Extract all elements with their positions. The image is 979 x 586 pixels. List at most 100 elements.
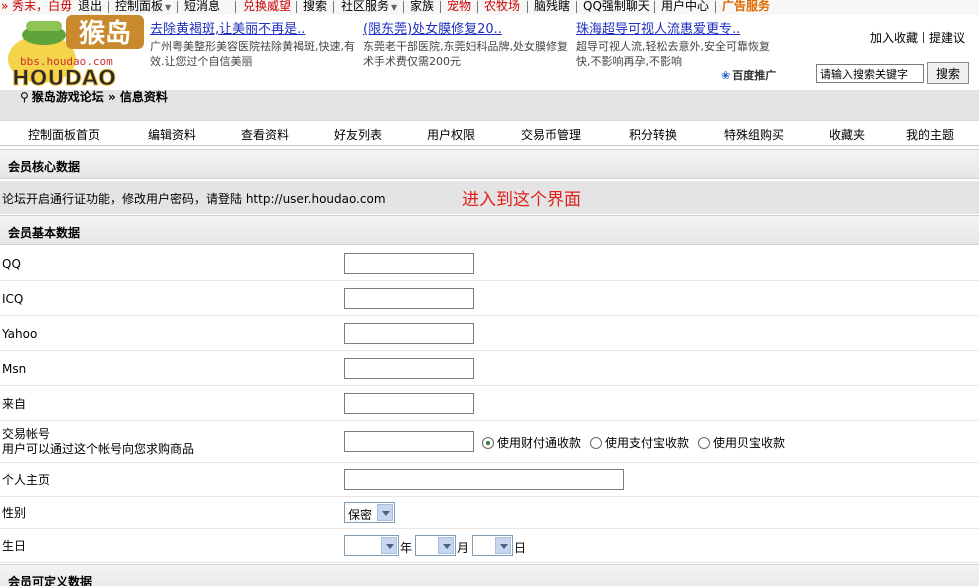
link-divider [923,32,925,43]
chevron-down-icon[interactable] [377,504,393,521]
chevron-down-icon[interactable] [495,537,511,554]
notice-text: 论坛开启通行证功能，修改用户密码，请登陆 http://user.houdao.… [2,192,386,206]
breadcrumb-bar: ⚲ 猴岛游戏论坛 » 信息资料 [0,90,979,120]
section-header-custom: 会员可定义数据 [0,564,979,586]
search-icon: ⚲ [20,90,29,104]
ad-block-1: 去除黄褐斑,让美丽不再是.. 广州粤美整形美容医院祛除黄褐斑,快速,有效.让您过… [150,21,355,69]
annotation-text: 进入到这个界面 [462,190,581,210]
day-label: 日 [514,541,527,555]
form-row-qq: QQ [0,246,979,281]
nav-divider [440,1,441,13]
section-header-basic: 会员基本数据 [0,215,979,245]
nav-divider [108,1,109,13]
gender-select[interactable]: 保密 [344,502,395,523]
site-logo[interactable]: 猴岛 bbs.houdao.com HOUDAO [4,15,148,91]
field-hint: 用户可以通过这个帐号向您求购商品 [2,442,195,456]
top-nav-bar: » 秀末，白毋 退出 控制面板 ▼ 短消息 兑换威望 搜索 社区服务 ▼ 家族 宠物… [0,0,979,15]
menu-special-group[interactable]: 特殊组购买 [724,126,784,143]
menu-my-topics[interactable]: 我的主题 [906,126,954,143]
field-label: ICQ [2,292,24,306]
section-header-core: 会员核心数据 [0,149,979,179]
yahoo-field[interactable] [344,323,474,344]
nav-divider [654,1,655,13]
radio-checked-icon [482,437,494,449]
menu-currency[interactable]: 交易币管理 [521,126,581,143]
ad-title-link[interactable]: (限东莞)处女膜修复20.. [363,21,568,38]
chevron-down-icon[interactable] [381,537,397,554]
nav-messages[interactable]: 短消息 [184,0,220,13]
nav-farm[interactable]: 农牧场 [484,0,520,13]
field-label: 性别 [2,506,27,520]
form-row-homepage: 个人主页 [0,463,979,497]
logo-cn-text: 猴岛 [79,18,131,49]
icq-field[interactable] [344,288,474,309]
chevron-down-icon: ▼ [165,3,172,12]
ad-description: 东莞老干部医院,东莞妇科品牌,处女膜修复术手术费仅需200元 [363,40,568,68]
nav-family[interactable]: 家族 [410,0,434,13]
birth-month-select[interactable] [415,535,456,556]
nav-divider [235,1,236,13]
field-label: 交易帐号 [2,427,51,441]
nav-qq-chat[interactable]: QQ强制聊天 [583,0,650,13]
nav-brain[interactable]: 脑残瞎 [534,0,570,13]
ad-block-2: (限东莞)处女膜修复20.. 东莞老干部医院,东莞妇科品牌,处女膜修复术手术费仅… [363,21,568,69]
homepage-field[interactable] [344,469,624,490]
nav-divider [177,1,178,13]
qq-field[interactable] [344,253,474,274]
radio-paypal[interactable]: 使用贝宝收款 [698,434,785,451]
trade-account-field[interactable] [344,431,474,452]
field-label: QQ [2,257,21,271]
menu-view-profile[interactable]: 查看资料 [241,126,289,143]
radio-unchecked-icon [698,437,710,449]
paw-icon: ❀ [721,69,731,82]
ad-description: 广州粤美整形美容医院祛除黄褐斑,快速,有效.让您过个自信美丽 [150,40,355,68]
menu-edit-profile[interactable]: 编辑资料 [148,126,196,143]
location-field[interactable] [344,393,474,414]
field-label: 个人主页 [2,473,51,487]
field-label: Yahoo [2,327,38,341]
nav-exchange[interactable]: 兑换威望 [243,0,291,13]
add-bookmark-link[interactable]: 加入收藏 [870,31,918,45]
nav-divider [477,1,478,13]
field-label: 生日 [2,539,27,553]
ad-title-link[interactable]: 去除黄褐斑,让美丽不再是.. [150,21,355,38]
nav-community[interactable]: 社区服务 ▼ [341,0,397,14]
radio-tenpay[interactable]: 使用财付通收款 [482,434,581,451]
baidu-promo[interactable]: ❀ 百度推广 [721,67,776,83]
nav-divider [296,1,297,13]
form-row-gender: 性别 保密 [0,497,979,529]
nav-pet[interactable]: 宠物 [447,0,471,13]
msn-field[interactable] [344,358,474,379]
nav-control-panel[interactable]: 控制面板 ▼ [115,0,171,14]
nav-divider [527,1,528,13]
nav-user-center[interactable]: 用户中心 [661,0,709,13]
year-label: 年 [400,541,413,555]
search-input[interactable] [816,64,924,83]
month-label: 月 [457,541,470,555]
menu-friends[interactable]: 好友列表 [334,126,382,143]
suggest-link[interactable]: 提建议 [929,31,965,45]
form-row-icq: ICQ [0,281,979,316]
ad-block-3: 珠海超导可视人流惠爱更专.. 超导可视人流,轻松去意外,安全可靠恢复快,不影响再… [576,21,781,69]
form-row-from: 来自 [0,386,979,421]
nav-user-greeting[interactable]: » 秀末，白毋 [1,0,72,13]
menu-permissions[interactable]: 用户权限 [427,126,475,143]
menu-favorites[interactable]: 收藏夹 [829,126,865,143]
search-button[interactable]: 搜索 [927,62,969,84]
birth-day-select[interactable] [472,535,513,556]
nav-logout[interactable]: 退出 [78,0,102,13]
passport-notice: 论坛开启通行证功能，修改用户密码，请登陆 http://user.houdao.… [0,181,979,214]
radio-unchecked-icon [590,437,602,449]
nav-divider [576,1,577,13]
birth-year-select[interactable] [344,535,399,556]
header-links: 加入收藏 提建议 [870,29,965,46]
ad-title-link[interactable]: 珠海超导可视人流惠爱更专.. [576,21,781,38]
radio-alipay[interactable]: 使用支付宝收款 [590,434,689,451]
menu-home[interactable]: 控制面板首页 [28,126,100,143]
ad-description: 超导可视人流,轻松去意外,安全可靠恢复快,不影响再孕,不影响 [576,40,770,68]
nav-search[interactable]: 搜索 [303,0,327,13]
nav-ad-service[interactable]: 广告服务 [722,0,770,13]
menu-points[interactable]: 积分转换 [629,126,677,143]
field-label: 来自 [2,397,27,411]
chevron-down-icon[interactable] [438,537,454,554]
